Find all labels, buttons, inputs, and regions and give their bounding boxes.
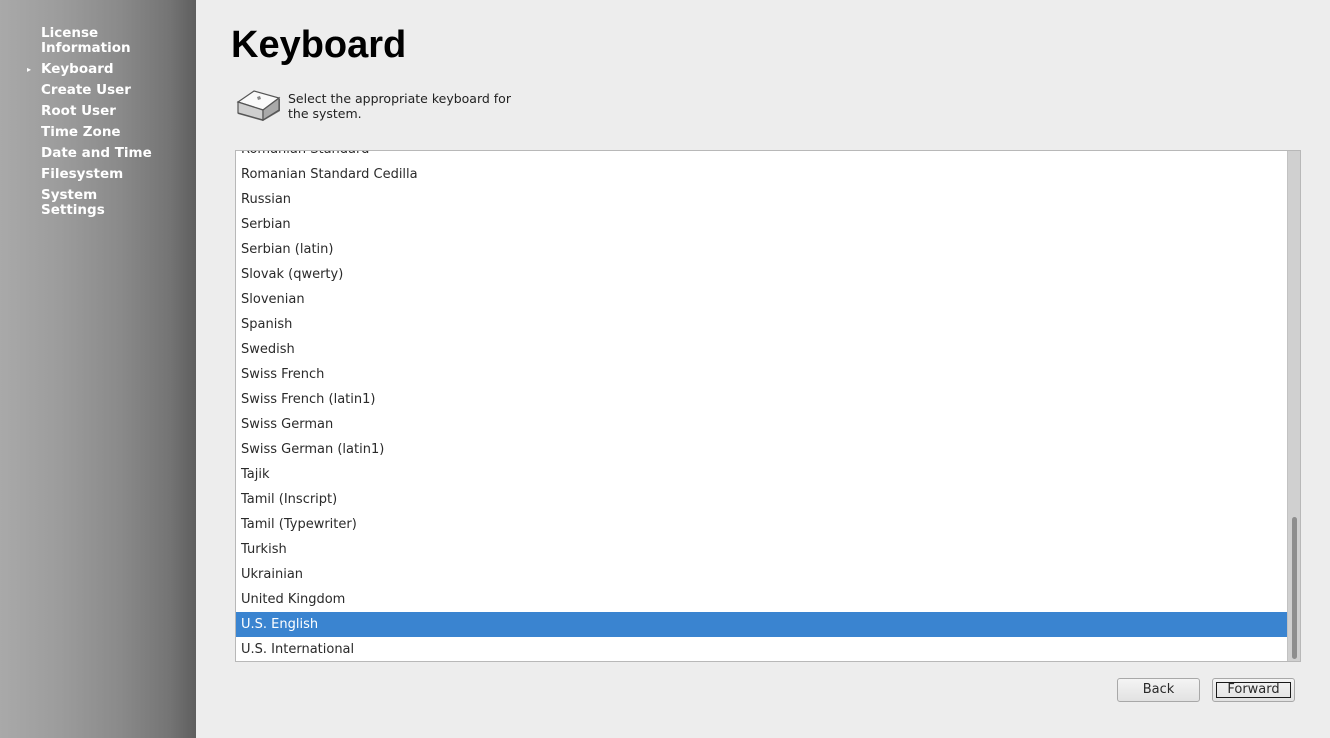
layout-row[interactable]: Ukrainian — [236, 562, 1287, 587]
layout-row[interactable]: United Kingdom — [236, 587, 1287, 612]
sidebar-item-label: Keyboard — [41, 61, 114, 77]
layout-row[interactable]: U.S. International — [236, 637, 1287, 661]
sidebar-item-label: Create User — [41, 82, 131, 98]
sidebar-item-license-information[interactable]: License Information — [0, 26, 196, 56]
layout-row[interactable]: Spanish — [236, 312, 1287, 337]
sidebar-item-create-user[interactable]: Create User — [0, 83, 196, 98]
vertical-scrollbar[interactable] — [1287, 151, 1300, 661]
keyboard-key-icon — [236, 86, 282, 124]
scrollbar-thumb[interactable] — [1292, 517, 1297, 659]
layout-row[interactable]: Tajik — [236, 462, 1287, 487]
sidebar-item-label: Filesystem — [41, 166, 124, 182]
sidebar-item-root-user[interactable]: Root User — [0, 104, 196, 119]
layout-row[interactable]: Tamil (Inscript) — [236, 487, 1287, 512]
keyboard-layout-list[interactable]: Romanian StandardRomanian Standard Cedil… — [235, 150, 1301, 662]
forward-button[interactable]: Forward — [1212, 678, 1295, 702]
page-title: Keyboard — [231, 24, 407, 66]
layout-row-selected[interactable]: U.S. English — [236, 612, 1287, 637]
layout-row[interactable]: Russian — [236, 187, 1287, 212]
forward-button-label: Forward — [1216, 682, 1291, 698]
current-step-arrow-icon: ▸ — [27, 65, 32, 74]
layout-row[interactable]: Romanian Standard — [236, 151, 1287, 162]
sidebar-item-label: Time Zone — [41, 124, 121, 140]
sidebar: License Information ▸ Keyboard Create Us… — [0, 0, 196, 738]
sidebar-item-date-and-time[interactable]: Date and Time — [0, 146, 196, 161]
sidebar-item-system-settings[interactable]: System Settings — [0, 188, 196, 218]
back-button[interactable]: Back — [1117, 678, 1200, 702]
layout-row[interactable]: Swiss German (latin1) — [236, 437, 1287, 462]
page-description: Select the appropriate keyboard for the … — [288, 91, 511, 121]
layout-row[interactable]: Serbian (latin) — [236, 237, 1287, 262]
sidebar-item-filesystem[interactable]: Filesystem — [0, 167, 196, 182]
layout-row[interactable]: Slovenian — [236, 287, 1287, 312]
layout-row[interactable]: Turkish — [236, 537, 1287, 562]
layout-row[interactable]: Tamil (Typewriter) — [236, 512, 1287, 537]
layout-row[interactable]: Swedish — [236, 337, 1287, 362]
layout-row[interactable]: Serbian — [236, 212, 1287, 237]
sidebar-item-label: System Settings — [41, 187, 105, 218]
layout-row[interactable]: Swiss French — [236, 362, 1287, 387]
sidebar-item-time-zone[interactable]: Time Zone — [0, 125, 196, 140]
sidebar-item-label: License Information — [41, 25, 131, 56]
layout-row[interactable]: Swiss German — [236, 412, 1287, 437]
sidebar-item-label: Root User — [41, 103, 116, 119]
sidebar-steps: License Information ▸ Keyboard Create Us… — [0, 26, 196, 224]
layout-row[interactable]: Swiss French (latin1) — [236, 387, 1287, 412]
keyboard-layout-rows: Romanian StandardRomanian Standard Cedil… — [236, 151, 1287, 661]
layout-row[interactable]: Slovak (qwerty) — [236, 262, 1287, 287]
sidebar-item-keyboard[interactable]: ▸ Keyboard — [0, 62, 196, 77]
sidebar-item-label: Date and Time — [41, 145, 152, 161]
layout-row[interactable]: Romanian Standard Cedilla — [236, 162, 1287, 187]
